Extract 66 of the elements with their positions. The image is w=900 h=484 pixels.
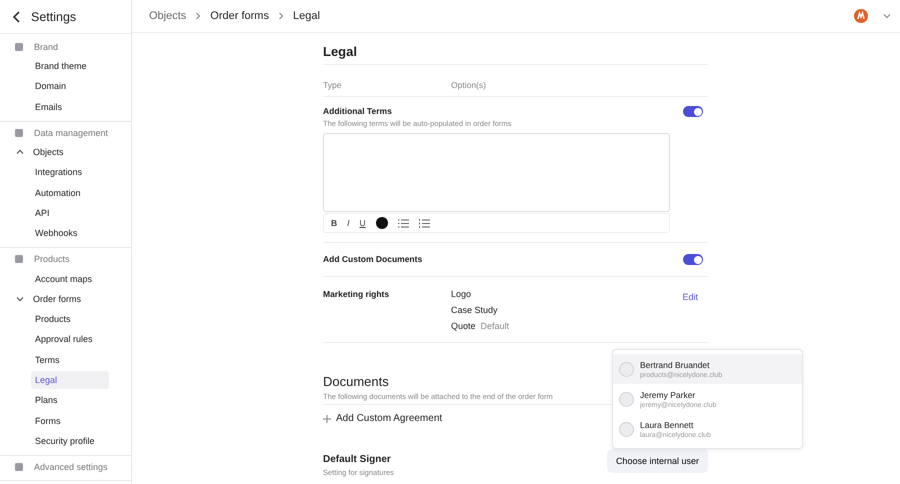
chevron-icon[interactable] xyxy=(16,294,24,303)
chevron-right-icon xyxy=(195,12,202,20)
format-button[interactable]: U xyxy=(360,218,366,228)
section-title: Products xyxy=(34,254,70,264)
column-header: Option(s) xyxy=(451,80,486,90)
option-label: Logo xyxy=(451,289,472,299)
text-color-icon[interactable] xyxy=(376,217,388,229)
avatar-icon xyxy=(619,392,634,406)
sidebar-item[interactable]: Order forms xyxy=(29,290,86,308)
avatar-icon xyxy=(619,422,634,436)
user-name: Laura Bennett xyxy=(640,420,694,430)
section-heading: Documents xyxy=(323,374,389,389)
sidebar-item[interactable]: Webhooks xyxy=(31,224,82,242)
setting-title: Marketing rights xyxy=(323,289,390,299)
sidebar-item[interactable]: Forms xyxy=(31,412,64,430)
settings-title: Settings xyxy=(31,10,76,24)
choose-user-button[interactable]: Choose internal user xyxy=(606,449,708,473)
sidebar-item[interactable]: API xyxy=(31,204,54,222)
sidebar-item[interactable]: Terms xyxy=(31,350,109,369)
format-button[interactable]: I xyxy=(347,218,350,228)
option-label: Quote xyxy=(451,321,476,331)
sidebar-item[interactable]: Integrations xyxy=(31,163,86,182)
sidebar-item[interactable]: Automation xyxy=(31,184,85,202)
bullet-list-icon[interactable] xyxy=(398,218,409,228)
terms-text-field[interactable] xyxy=(323,133,670,212)
default-tag: Default xyxy=(480,321,510,331)
chevron-right-icon xyxy=(278,12,284,20)
user-name: Jeremy Parker xyxy=(640,390,696,400)
setting-title: Default Signer xyxy=(323,454,392,465)
sidebar-item[interactable]: Account maps xyxy=(31,270,96,288)
section-title: Advanced settings xyxy=(34,462,108,472)
back-icon[interactable] xyxy=(12,10,22,22)
option-label: Case Study xyxy=(451,305,498,315)
sidebar-item[interactable]: Brand theme xyxy=(31,57,91,76)
sidebar-item[interactable]: Approval rules xyxy=(31,330,109,348)
section-icon xyxy=(14,254,24,264)
section-icon xyxy=(14,42,24,52)
plus-icon xyxy=(323,414,331,422)
toggle-switch[interactable] xyxy=(683,106,703,117)
logo-icon[interactable] xyxy=(854,9,868,23)
breadcrumb-link[interactable]: Order forms xyxy=(210,10,269,22)
column-header: Type xyxy=(323,80,342,90)
section-icon xyxy=(14,462,24,472)
page-title: Legal xyxy=(323,33,708,65)
sidebar-item[interactable]: Products xyxy=(31,310,109,328)
setting-title: Additional Terms xyxy=(323,106,393,116)
sidebar-item[interactable]: Emails xyxy=(31,98,66,116)
edit-link[interactable]: Edit xyxy=(682,292,698,302)
breadcrumb-link[interactable]: Objects xyxy=(149,10,186,22)
section-title: Data management xyxy=(34,128,108,138)
sidebar-item[interactable]: Security profile xyxy=(31,432,99,450)
caret-icon[interactable] xyxy=(883,13,891,19)
chevron-icon[interactable] xyxy=(16,148,24,156)
sidebar-item[interactable]: Domain xyxy=(31,77,70,96)
numbered-list-icon[interactable] xyxy=(418,218,430,228)
user-name: Bertrand Bruandet xyxy=(640,360,710,370)
sidebar-item[interactable]: Plans xyxy=(31,391,62,410)
sidebar-item[interactable]: Legal xyxy=(31,371,109,389)
sidebar-item[interactable]: Objects xyxy=(29,143,68,162)
breadcrumb-link[interactable]: Legal xyxy=(292,10,320,22)
avatar-icon xyxy=(619,362,634,376)
section-title: Brand xyxy=(34,42,58,52)
toggle-switch[interactable] xyxy=(683,254,703,265)
format-button[interactable]: B xyxy=(331,218,338,228)
setting-title: Add Custom Documents xyxy=(323,254,422,264)
section-icon xyxy=(14,128,24,138)
